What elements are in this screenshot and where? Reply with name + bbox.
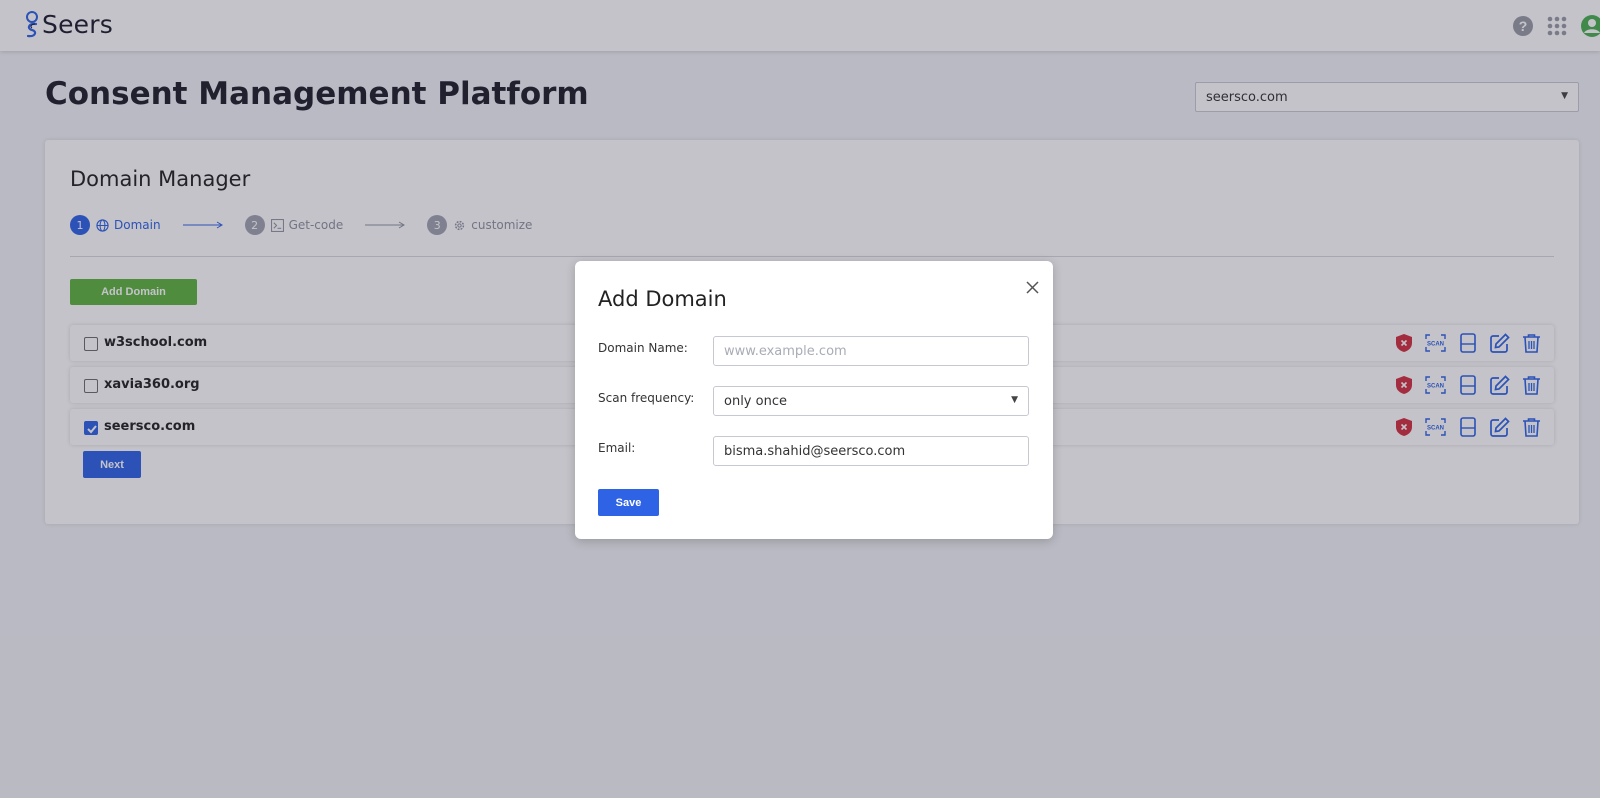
domain-name-input[interactable]: www.example.com	[713, 336, 1029, 366]
scan-frequency-label: Scan frequency:	[598, 391, 695, 405]
chevron-down-icon: ▼	[1011, 395, 1018, 405]
add-domain-modal: Add Domain Domain Name: www.example.com …	[575, 261, 1053, 539]
domain-name-placeholder: www.example.com	[724, 344, 847, 359]
domain-name-label: Domain Name:	[598, 341, 688, 355]
modal-title: Add Domain	[598, 287, 727, 311]
close-icon[interactable]	[1026, 279, 1039, 298]
email-field[interactable]: bisma.shahid@seersco.com	[713, 436, 1029, 466]
save-button[interactable]: Save	[598, 489, 659, 516]
email-value: bisma.shahid@seersco.com	[724, 444, 906, 459]
email-label: Email:	[598, 441, 636, 455]
scan-frequency-select[interactable]: only once ▼	[713, 386, 1029, 416]
scan-frequency-value: only once	[724, 394, 787, 409]
